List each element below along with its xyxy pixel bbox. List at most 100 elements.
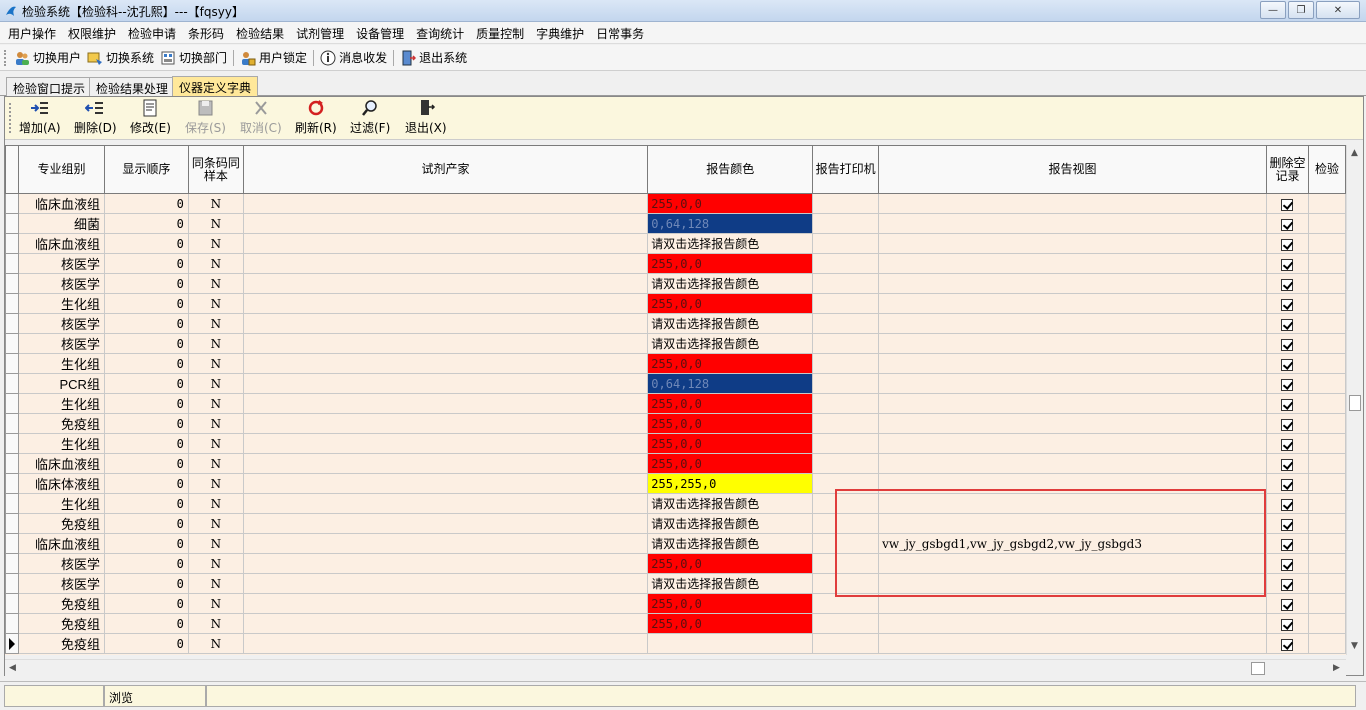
cell-delete-empty[interactable] (1265, 633, 1309, 654)
cell-same-barcode[interactable]: N (187, 593, 244, 614)
cell-group[interactable]: 临床血液组 (17, 453, 105, 474)
row-header[interactable] (5, 493, 19, 514)
cell-report-printer[interactable] (812, 273, 880, 294)
cell-test[interactable] (1307, 353, 1346, 374)
cell-order[interactable]: 0 (103, 273, 189, 294)
cell-report-view[interactable] (878, 553, 1267, 574)
toolbar-grip[interactable] (4, 49, 7, 66)
cell-report-view[interactable]: vw_jy_gsbgd1,vw_jy_gsbgd2,vw_jy_gsbgd3 (878, 533, 1267, 554)
cell-test[interactable] (1307, 313, 1346, 334)
cell-delete-empty[interactable] (1265, 533, 1309, 554)
row-header[interactable] (5, 453, 19, 474)
cell-delete-empty[interactable] (1265, 593, 1309, 614)
cell-report-view[interactable] (878, 413, 1267, 434)
cell-group[interactable]: 免疫组 (17, 633, 105, 654)
cell-vendor[interactable] (242, 473, 649, 494)
cell-report-printer[interactable] (812, 333, 880, 354)
cell-same-barcode[interactable]: N (187, 613, 244, 634)
menu-test-results[interactable]: 检验结果 (230, 22, 290, 43)
table-row[interactable]: 免疫组 0 N 255,0,0 (5, 613, 1346, 634)
menu-barcode[interactable]: 条形码 (182, 22, 230, 43)
cell-vendor[interactable] (242, 353, 649, 374)
table-row[interactable]: 免疫组 0 N (5, 633, 1346, 654)
menu-quality-control[interactable]: 质量控制 (470, 22, 530, 43)
row-header[interactable] (5, 553, 19, 574)
cell-group[interactable]: 生化组 (17, 493, 105, 514)
row-header[interactable] (5, 293, 19, 314)
cell-report-printer[interactable] (812, 493, 880, 514)
cell-test[interactable] (1307, 213, 1346, 234)
cell-group[interactable]: 核医学 (17, 573, 105, 594)
delete-empty-checkbox[interactable] (1281, 258, 1294, 271)
cell-test[interactable] (1307, 233, 1346, 254)
cancel-button[interactable]: 取消(C) (240, 99, 282, 137)
delete-empty-checkbox[interactable] (1281, 598, 1294, 611)
table-row[interactable]: 核医学 0 N 请双击选择报告颜色 (5, 273, 1346, 294)
cell-order[interactable]: 0 (103, 213, 189, 234)
cell-report-view[interactable] (878, 513, 1267, 534)
menu-user-ops[interactable]: 用户操作 (2, 22, 62, 43)
table-row[interactable]: 核医学 0 N 请双击选择报告颜色 (5, 573, 1346, 594)
cell-vendor[interactable] (242, 513, 649, 534)
table-row[interactable]: 生化组 0 N 255,0,0 (5, 353, 1346, 374)
cell-group[interactable]: 免疫组 (17, 613, 105, 634)
table-row[interactable]: 临床血液组 0 N 255,0,0 (5, 453, 1346, 474)
cell-report-view[interactable] (878, 453, 1267, 474)
row-header[interactable] (5, 373, 19, 394)
cell-report-printer[interactable] (812, 233, 880, 254)
delete-empty-checkbox[interactable] (1281, 398, 1294, 411)
cell-order[interactable]: 0 (103, 293, 189, 314)
col-header-order[interactable]: 显示顺序 (103, 145, 189, 194)
cell-vendor[interactable] (242, 553, 649, 574)
cell-same-barcode[interactable]: N (187, 313, 244, 334)
delete-empty-checkbox[interactable] (1281, 218, 1294, 231)
cell-vendor[interactable] (242, 213, 649, 234)
cell-vendor[interactable] (242, 333, 649, 354)
delete-empty-checkbox[interactable] (1281, 198, 1294, 211)
cell-vendor[interactable] (242, 633, 649, 654)
cell-group[interactable]: 临床血液组 (17, 533, 105, 554)
cell-group[interactable]: 免疫组 (17, 413, 105, 434)
cell-order[interactable]: 0 (103, 433, 189, 454)
cell-vendor[interactable] (242, 493, 649, 514)
cell-vendor[interactable] (242, 313, 649, 334)
cell-report-color[interactable]: 255,0,0 (647, 293, 814, 314)
cell-order[interactable]: 0 (103, 373, 189, 394)
cell-delete-empty[interactable] (1265, 333, 1309, 354)
scroll-right-arrow-icon[interactable]: ▶ (1333, 663, 1340, 673)
cell-same-barcode[interactable]: N (187, 633, 244, 654)
cell-order[interactable]: 0 (103, 353, 189, 374)
row-header[interactable] (5, 333, 19, 354)
cell-test[interactable] (1307, 453, 1346, 474)
cell-delete-empty[interactable] (1265, 353, 1309, 374)
cell-report-view[interactable] (878, 193, 1267, 214)
minimize-button[interactable]: — (1260, 1, 1286, 19)
table-row[interactable]: 生化组 0 N 请双击选择报告颜色 (5, 493, 1346, 514)
delete-empty-checkbox[interactable] (1281, 458, 1294, 471)
cell-report-printer[interactable] (812, 573, 880, 594)
cell-order[interactable]: 0 (103, 553, 189, 574)
delete-empty-checkbox[interactable] (1281, 438, 1294, 451)
cell-group[interactable]: 临床血液组 (17, 193, 105, 214)
cell-vendor[interactable] (242, 413, 649, 434)
cell-report-color[interactable]: 255,0,0 (647, 613, 814, 634)
cell-order[interactable]: 0 (103, 193, 189, 214)
cell-test[interactable] (1307, 393, 1346, 414)
cell-order[interactable]: 0 (103, 453, 189, 474)
cell-report-view[interactable] (878, 333, 1267, 354)
cell-vendor[interactable] (242, 373, 649, 394)
refresh-button[interactable]: 刷新(R) (295, 99, 337, 137)
instrument-grid[interactable]: 专业组别 显示顺序 同条码同样本 试剂产家 报告颜色 报告打印机 报告视图 删除… (5, 145, 1346, 655)
cell-test[interactable] (1307, 513, 1346, 534)
delete-empty-checkbox[interactable] (1281, 358, 1294, 371)
cell-group[interactable]: 核医学 (17, 273, 105, 294)
col-header-delete-empty[interactable]: 删除空记录 (1265, 145, 1309, 194)
row-header[interactable] (5, 613, 19, 634)
cell-report-printer[interactable] (812, 453, 880, 474)
cell-report-color[interactable]: 255,0,0 (647, 193, 814, 214)
filter-button[interactable]: 过滤(F) (350, 99, 390, 137)
cell-same-barcode[interactable]: N (187, 293, 244, 314)
delete-empty-checkbox[interactable] (1281, 518, 1294, 531)
delete-empty-checkbox[interactable] (1281, 478, 1294, 491)
row-header[interactable] (5, 633, 19, 654)
